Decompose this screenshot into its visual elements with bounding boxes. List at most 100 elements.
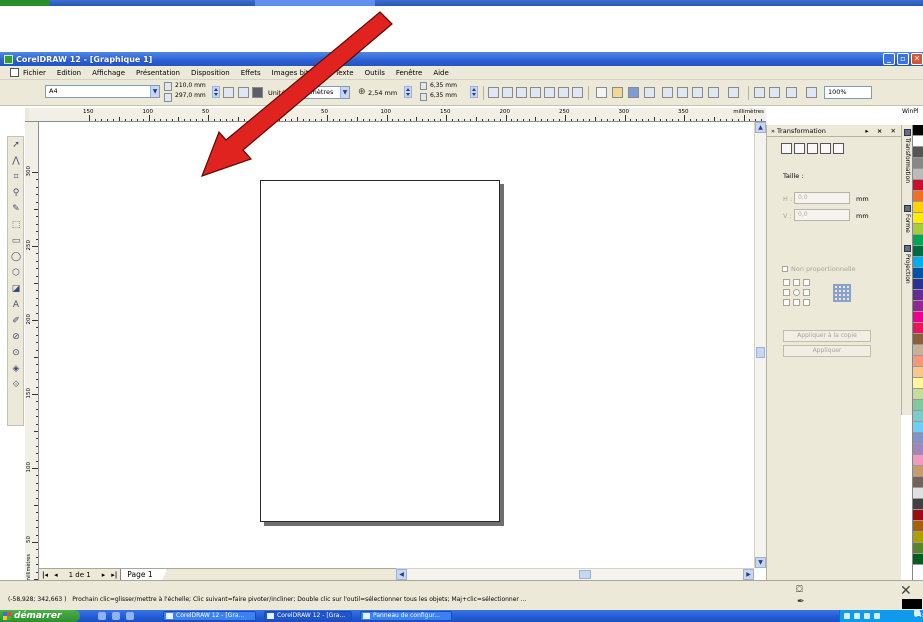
- palette-swatch[interactable]: [913, 411, 923, 422]
- size-spinner[interactable]: [212, 86, 220, 98]
- palette-swatch[interactable]: [913, 147, 923, 158]
- ellipse-tool-icon[interactable]: ◯: [10, 251, 22, 263]
- zoom-tool-icon[interactable]: ⚲: [10, 187, 22, 199]
- outline-pen-icon[interactable]: ✒: [797, 597, 805, 607]
- palette-swatch[interactable]: [913, 169, 923, 180]
- snap-objects-icon[interactable]: [516, 87, 527, 98]
- quicklaunch-media-icon[interactable]: [126, 612, 134, 620]
- smart-fill-tool-icon[interactable]: ⬚: [10, 219, 22, 231]
- palette-swatch[interactable]: [913, 444, 923, 455]
- anchor-middle-right[interactable]: [803, 289, 810, 296]
- anchor-bottom-center[interactable]: [793, 299, 800, 306]
- palette-swatch[interactable]: [913, 323, 923, 334]
- anchor-top-left[interactable]: [783, 279, 790, 286]
- palette-swatch[interactable]: [913, 488, 923, 499]
- palette-swatch[interactable]: [913, 125, 923, 136]
- vertical-scroll-thumb[interactable]: [756, 347, 765, 358]
- nudge-spinner[interactable]: [404, 86, 412, 98]
- anchor-top-center[interactable]: [793, 279, 800, 286]
- application-launcher-icon[interactable]: [786, 87, 797, 98]
- print-icon[interactable]: [644, 87, 655, 98]
- palette-swatch[interactable]: [913, 378, 923, 389]
- next-page-icon[interactable]: ▸: [102, 571, 106, 579]
- palette-swatch[interactable]: [913, 433, 923, 444]
- nudge-input[interactable]: 2,54 mm: [368, 89, 397, 97]
- scroll-up-icon[interactable]: ▲: [755, 122, 766, 133]
- menu-item-2[interactable]: Affichage: [92, 69, 125, 77]
- outline-color-swatch[interactable]: [902, 599, 922, 609]
- horizontal-ruler[interactable]: 15010050050100150200250300350400millimèt…: [29, 108, 766, 122]
- first-page-icon[interactable]: |◂: [42, 571, 48, 579]
- palette-swatch[interactable]: [913, 510, 923, 521]
- freehand-tool-icon[interactable]: ✎: [10, 203, 22, 215]
- snap-grid-icon[interactable]: [488, 87, 499, 98]
- tray-update-icon[interactable]: [874, 613, 880, 619]
- palette-swatch[interactable]: [913, 400, 923, 411]
- paper-size-combo[interactable]: A4 ▼: [45, 85, 160, 98]
- minimize-button[interactable]: _: [883, 53, 895, 65]
- shape-tool-icon[interactable]: ⋀: [10, 155, 22, 167]
- palette-swatch[interactable]: [913, 257, 923, 268]
- anchor-bottom-left[interactable]: [783, 299, 790, 306]
- close-button[interactable]: ✕: [911, 53, 923, 65]
- palette-swatch[interactable]: [913, 389, 923, 400]
- palette-swatch[interactable]: [913, 499, 923, 510]
- palette-swatch[interactable]: [913, 554, 923, 565]
- crop-tool-icon[interactable]: ⌗: [10, 171, 22, 183]
- chevron-down-icon[interactable]: ▼: [150, 86, 159, 97]
- interactive-blend-tool-icon[interactable]: ✐: [10, 315, 22, 327]
- palette-swatch[interactable]: [913, 466, 923, 477]
- palette-swatch[interactable]: [913, 301, 923, 312]
- h-input[interactable]: 0,0: [794, 192, 850, 204]
- scroll-down-icon[interactable]: ▼: [755, 557, 766, 568]
- palette-swatch[interactable]: [913, 268, 923, 279]
- menu-item-1[interactable]: Edition: [57, 69, 81, 77]
- menu-item-5[interactable]: Effets: [241, 69, 261, 77]
- palette-swatch[interactable]: [913, 136, 923, 147]
- palette-swatch[interactable]: [913, 356, 923, 367]
- page-height-input[interactable]: 297,0 mm: [175, 92, 206, 99]
- align-icon[interactable]: [572, 87, 583, 98]
- palette-swatch[interactable]: [913, 290, 923, 301]
- import-icon[interactable]: [754, 87, 765, 98]
- polygon-tool-icon[interactable]: ⬡: [10, 267, 22, 279]
- treat-as-filled-icon[interactable]: [544, 87, 555, 98]
- undo-icon[interactable]: [708, 87, 719, 98]
- palette-swatch[interactable]: [913, 246, 923, 257]
- rotate-icon[interactable]: [794, 143, 805, 154]
- palette-swatch[interactable]: [913, 224, 923, 235]
- open-folder-icon[interactable]: [612, 87, 623, 98]
- basic-shapes-tool-icon[interactable]: ◪: [10, 283, 22, 295]
- new-document-icon[interactable]: [596, 87, 607, 98]
- size-icon[interactable]: [820, 143, 831, 154]
- palette-swatch[interactable]: [913, 367, 923, 378]
- copy-icon[interactable]: [677, 87, 688, 98]
- palette-swatch[interactable]: [913, 180, 923, 191]
- palette-swatch[interactable]: [913, 422, 923, 433]
- coreldraw-app-icon[interactable]: [4, 54, 13, 64]
- menu-item-10[interactable]: Aide: [433, 69, 448, 77]
- menu-item-8[interactable]: Outils: [365, 69, 385, 77]
- no-fill-icon[interactable]: ✕: [900, 583, 912, 599]
- v-input[interactable]: 0,0: [794, 209, 850, 221]
- previous-page-icon[interactable]: ◂: [54, 571, 58, 579]
- fill-bucket-icon[interactable]: ⛋: [796, 585, 803, 595]
- position-icon[interactable]: [781, 143, 792, 154]
- palette-swatch[interactable]: [913, 334, 923, 345]
- anchor-middle-left[interactable]: [783, 289, 790, 296]
- tray-security-icon[interactable]: [864, 613, 870, 619]
- text-tool-icon[interactable]: A: [10, 299, 22, 311]
- palette-swatch[interactable]: [913, 543, 923, 554]
- taskbar-item-coreldraw-1[interactable]: CorelDRAW 12 - [Gra...: [163, 611, 256, 621]
- rectangle-tool-icon[interactable]: ▭: [10, 235, 22, 247]
- duplicate-spinner[interactable]: [470, 86, 478, 98]
- last-page-icon[interactable]: ▸|: [111, 571, 117, 579]
- redo-icon[interactable]: [728, 87, 739, 98]
- page-tab-1[interactable]: Page 1: [120, 568, 168, 581]
- pick-tool-icon[interactable]: ➚: [10, 139, 22, 151]
- window-titlebar[interactable]: CorelDRAW 12 - [Graphique 1] _ ▫ ✕: [0, 52, 923, 66]
- zoom-combo[interactable]: 100%: [824, 86, 872, 99]
- menu-item-0[interactable]: Fichier: [23, 69, 46, 77]
- scroll-left-icon[interactable]: ◀: [396, 569, 407, 580]
- snap-guidelines-icon[interactable]: [502, 87, 513, 98]
